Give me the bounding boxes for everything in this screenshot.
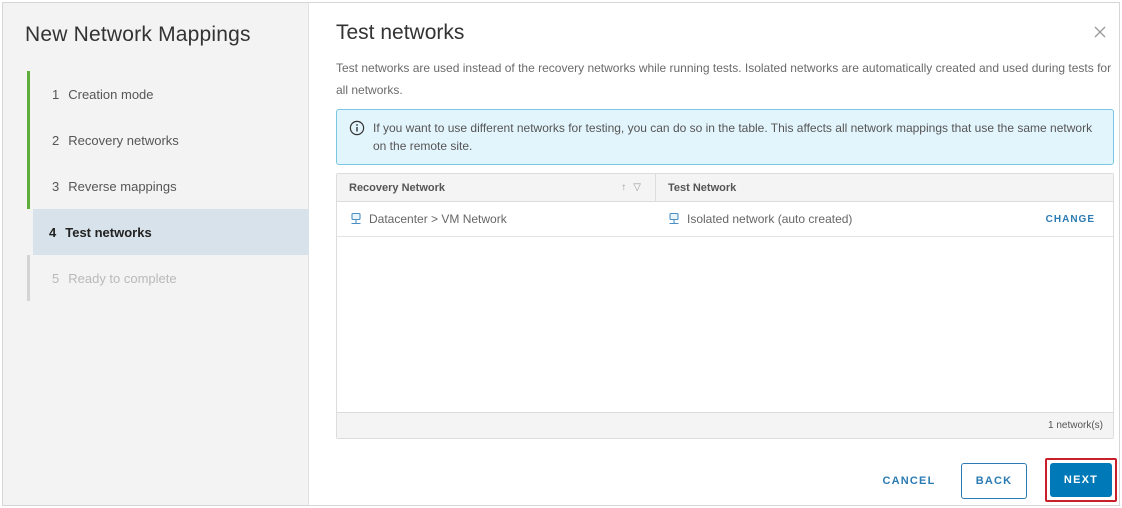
step-reverse-mappings[interactable]: 3 Reverse mappings xyxy=(27,163,309,209)
close-icon[interactable] xyxy=(1093,25,1109,41)
step-number: 5 xyxy=(52,270,60,286)
step-test-networks[interactable]: 4 Test networks xyxy=(33,209,309,255)
network-icon xyxy=(349,212,363,226)
alert-text: If you want to use different networks fo… xyxy=(373,121,1093,153)
network-icon xyxy=(667,212,681,226)
column-label: Test Network xyxy=(668,181,737,194)
step-number: 3 xyxy=(52,178,60,194)
back-button[interactable]: BACK xyxy=(961,463,1027,499)
step-label: Test networks xyxy=(65,224,152,240)
column-header-test-network[interactable]: Test Network xyxy=(655,174,1113,201)
column-sort-controls: ↑ ▽ xyxy=(621,182,641,193)
grid-footer: 1 network(s) xyxy=(337,412,1113,438)
grid-header: Recovery Network ↑ ▽ Test Network xyxy=(337,174,1113,202)
column-label: Recovery Network xyxy=(349,181,445,194)
test-network-name: Isolated network (auto created) xyxy=(687,212,853,226)
page-title: Test networks xyxy=(336,21,465,44)
wizard-title: New Network Mappings xyxy=(25,23,251,46)
info-icon xyxy=(349,120,365,136)
step-number: 2 xyxy=(52,132,60,148)
wizard-steps: 1 Creation mode 2 Recovery networks 3 Re… xyxy=(27,71,309,301)
step-recovery-networks[interactable]: 2 Recovery networks xyxy=(27,117,309,163)
cell-recovery-network: Datacenter > VM Network xyxy=(337,212,655,226)
table-row[interactable]: Datacenter > VM Network Isolated network… xyxy=(337,202,1113,237)
step-number: 1 xyxy=(52,86,60,102)
sort-icon[interactable]: ↑ xyxy=(621,182,626,193)
filter-icon[interactable]: ▽ xyxy=(633,182,641,193)
step-ready-to-complete: 5 Ready to complete xyxy=(27,255,309,301)
next-button[interactable]: NEXT xyxy=(1050,463,1112,497)
step-label: Recovery networks xyxy=(68,132,179,148)
cell-test-network: Isolated network (auto created) CHANGE xyxy=(655,212,1113,226)
step-label: Reverse mappings xyxy=(68,178,177,194)
wizard-sidebar: New Network Mappings 1 Creation mode 2 R… xyxy=(3,3,309,505)
change-button[interactable]: CHANGE xyxy=(1046,214,1095,225)
step-label: Creation mode xyxy=(68,86,154,102)
cancel-button[interactable]: CANCEL xyxy=(869,463,949,499)
step-label: Ready to complete xyxy=(68,270,177,286)
info-alert: If you want to use different networks fo… xyxy=(336,109,1114,165)
step-creation-mode[interactable]: 1 Creation mode xyxy=(27,71,309,117)
next-button-highlight: NEXT xyxy=(1045,458,1117,502)
page-description: Test networks are used instead of the re… xyxy=(336,61,1112,97)
wizard-content: Test networks Test networks are used ins… xyxy=(309,3,1119,505)
network-grid: Recovery Network ↑ ▽ Test Network Datace… xyxy=(336,173,1114,439)
step-number: 4 xyxy=(49,224,57,240)
wizard-dialog: New Network Mappings 1 Creation mode 2 R… xyxy=(2,2,1120,506)
column-header-recovery-network[interactable]: Recovery Network ↑ ▽ xyxy=(337,174,655,201)
recovery-network-name: Datacenter > VM Network xyxy=(369,212,507,226)
